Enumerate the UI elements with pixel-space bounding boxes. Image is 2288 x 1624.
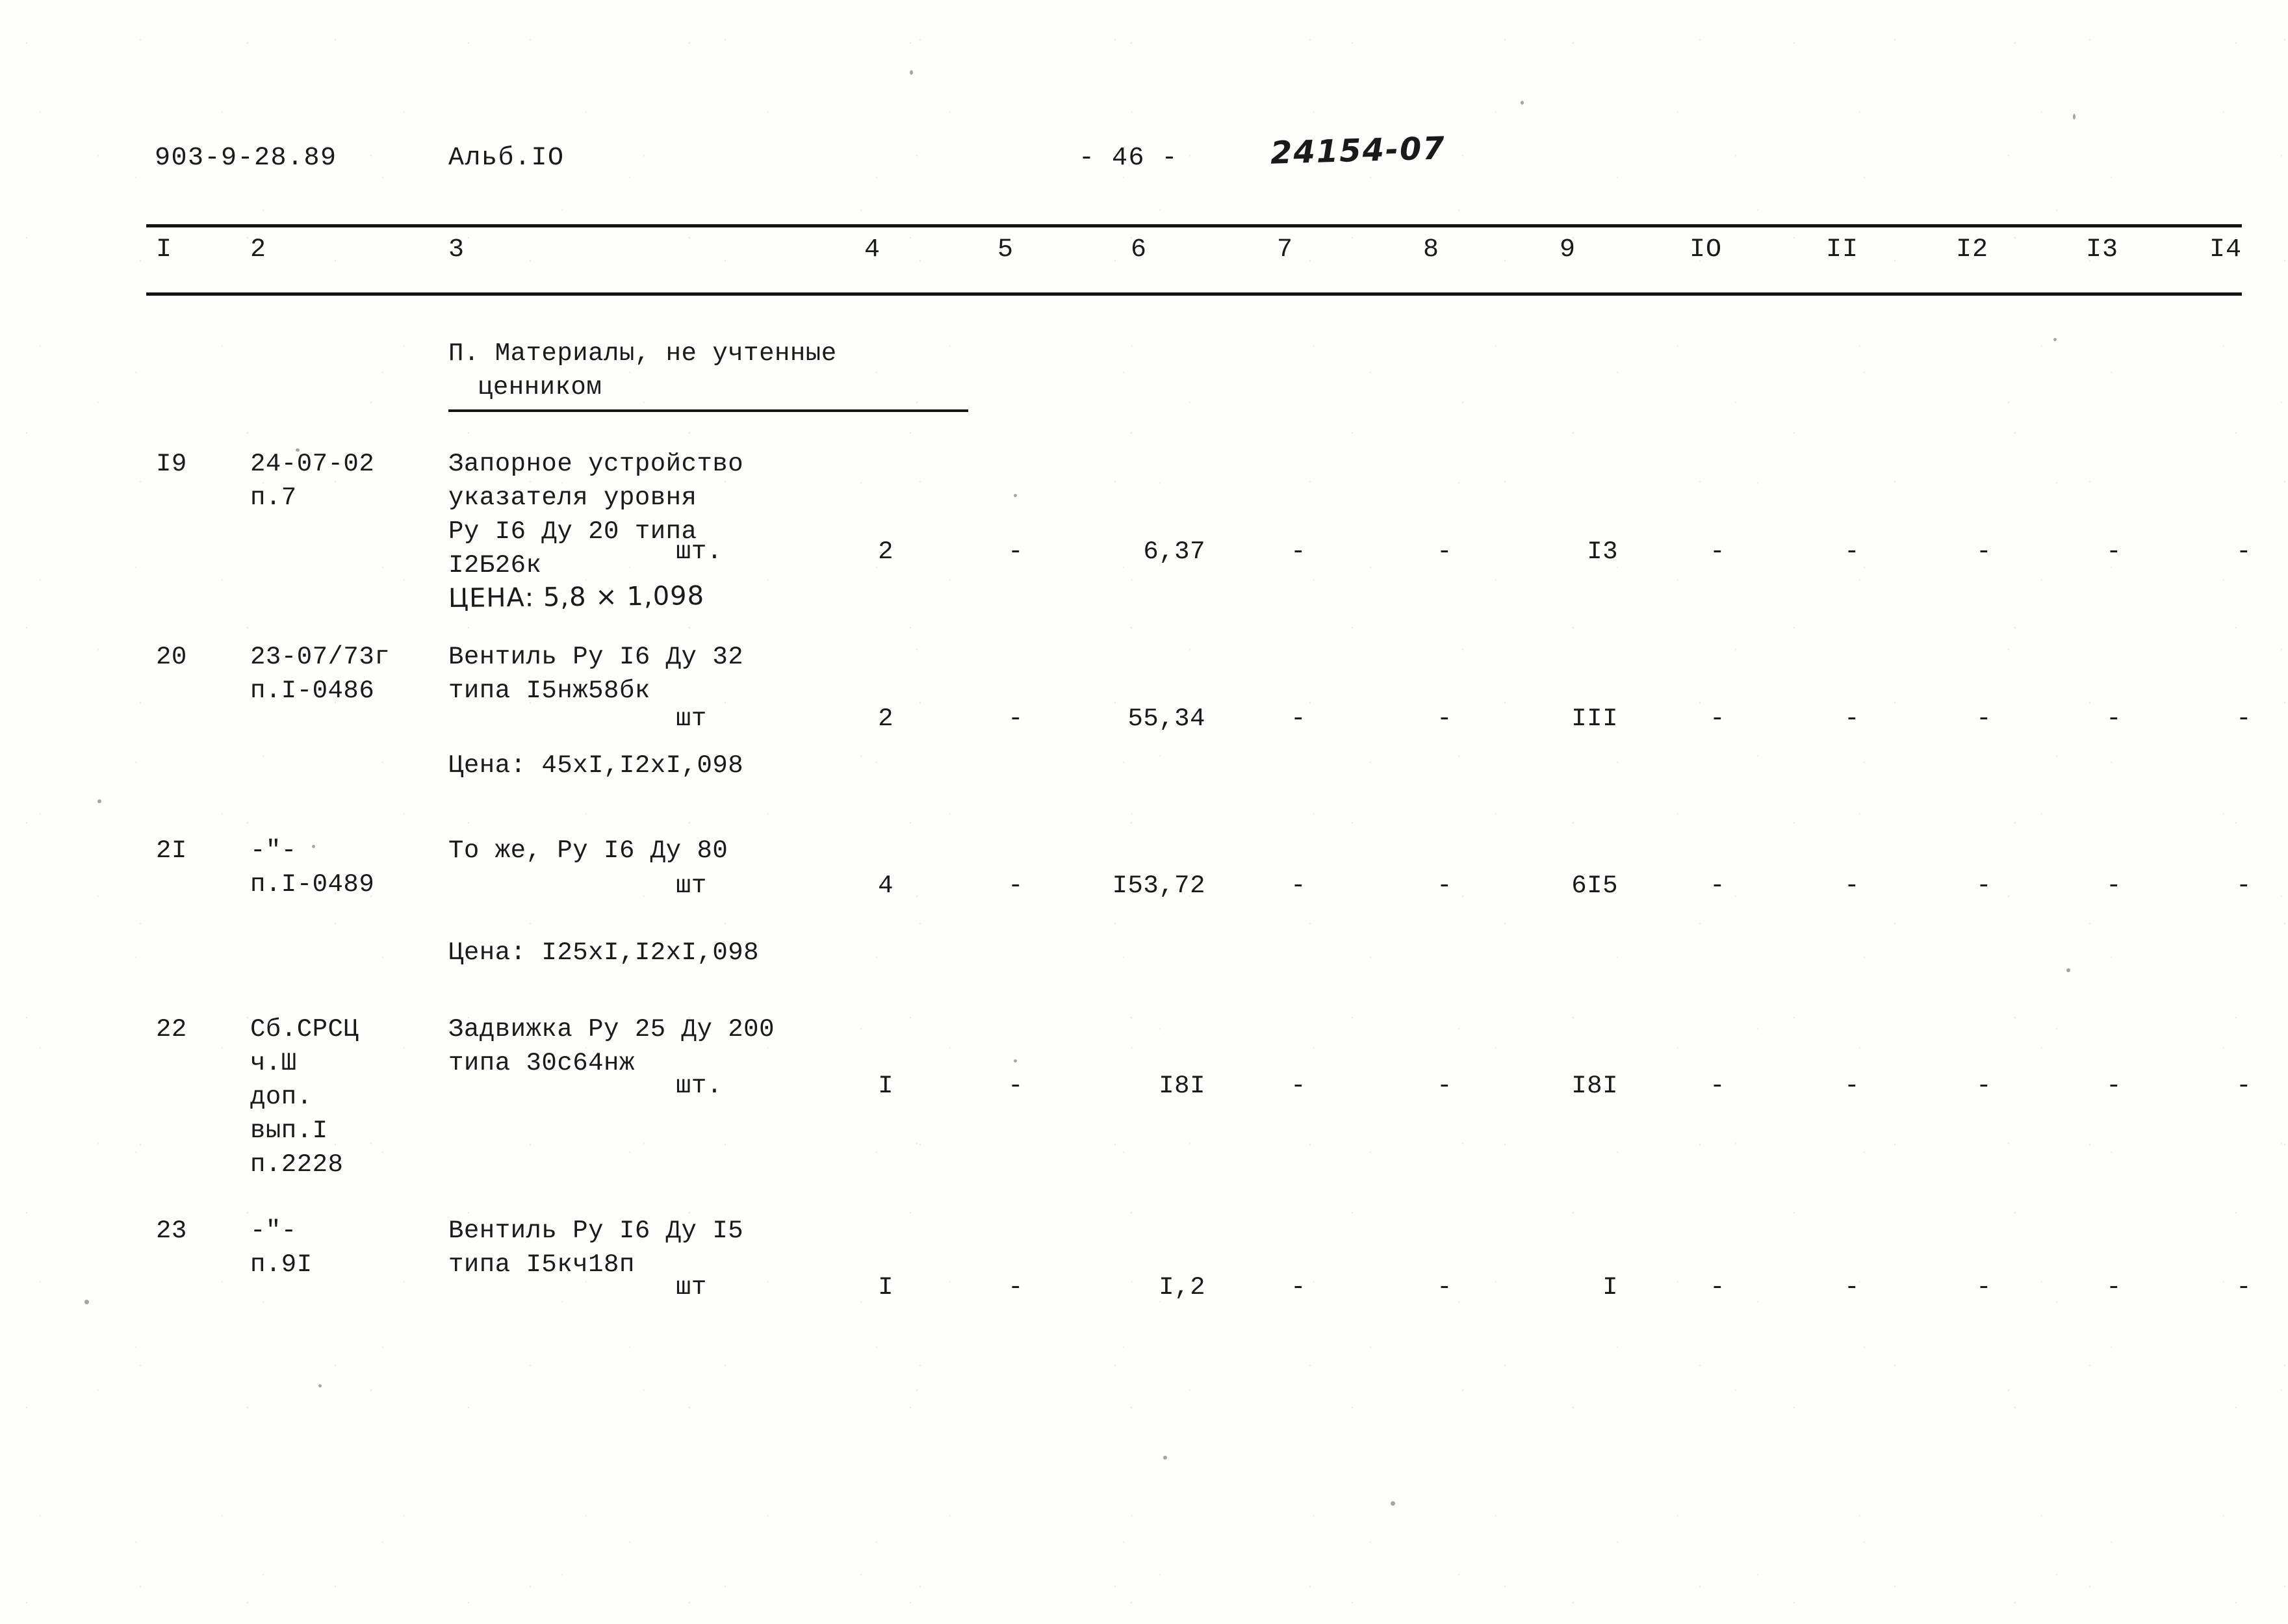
row-price-note: Цена: I25xI,I2xI,098 xyxy=(448,938,760,967)
row-name-line: Вентиль Ру I6 Ду 32 xyxy=(448,643,744,671)
row-code-line: 24-07-02 xyxy=(250,450,375,478)
row-position-number: 20 xyxy=(156,643,187,671)
row-code-line: Сб.СРСЦ xyxy=(250,1015,359,1044)
section-title-underline xyxy=(448,409,968,412)
row-code-line: вып.I xyxy=(250,1116,328,1145)
row-position-number: 2I xyxy=(156,836,187,865)
row-code-line: -"- xyxy=(250,1217,297,1245)
row-price-note: ЦЕНА: 5,8 × 1,098 xyxy=(448,580,705,614)
section-title-line-2: ценником xyxy=(478,373,602,402)
section-title-line-1: П. Материалы, не учтенные xyxy=(448,339,837,368)
row-position-number: I9 xyxy=(156,450,187,478)
row-name-line: Вентиль Ру I6 Ду I5 xyxy=(448,1217,744,1245)
row-name-line: указателя уровня xyxy=(448,483,697,512)
row-position-number: 22 xyxy=(156,1015,187,1044)
row-col14: - xyxy=(2236,1072,2252,1100)
row-position-number: 23 xyxy=(156,1217,187,1245)
row-code-line: -"- xyxy=(250,836,297,865)
row-col14: - xyxy=(2236,537,2252,566)
row-col14: - xyxy=(2236,1273,2252,1302)
row-name-line: Запорное устройство xyxy=(448,450,744,478)
table-body: П. Материалы, не учтенные ценником I9 24-… xyxy=(0,0,2288,1624)
row-code-line: п.7 xyxy=(250,483,297,512)
row-price-note: Цена: 45xI,I2xI,098 xyxy=(448,751,744,780)
document-page: 903-9-28.89 Альб.IO - 46 - 24154-07 I234… xyxy=(0,0,2288,1624)
row-name-line: Задвижка Ру 25 Ду 200 xyxy=(448,1015,775,1044)
row-col14: - xyxy=(2236,704,2252,733)
row-code-line: п.2228 xyxy=(250,1150,344,1179)
row-name-line: То же, Ру I6 Ду 80 xyxy=(448,836,728,865)
row-col14: - xyxy=(2236,871,2252,900)
row-code-line: 23-07/73г xyxy=(250,643,391,671)
